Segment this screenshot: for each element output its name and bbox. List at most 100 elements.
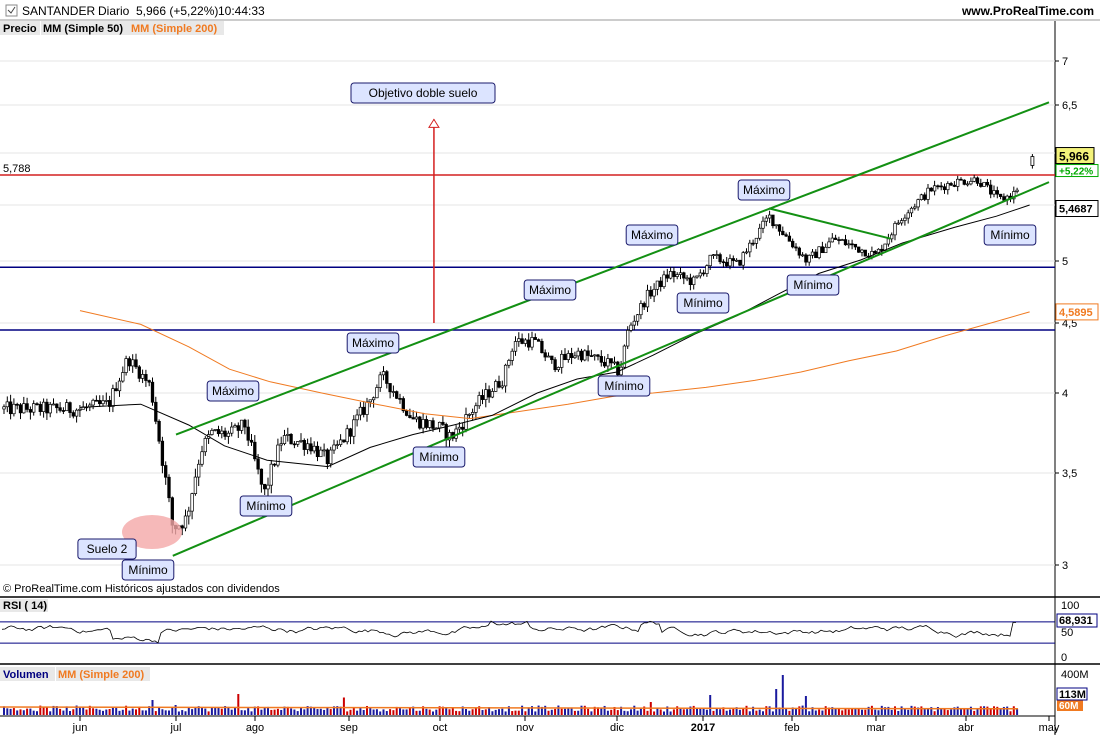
volume-bar xyxy=(564,708,566,715)
volume-bar xyxy=(210,707,213,715)
candle-body xyxy=(134,359,138,368)
volume-bar xyxy=(590,711,593,715)
volume-bar xyxy=(273,709,276,715)
volume-bar xyxy=(1006,706,1009,715)
x-tick-label: nov xyxy=(516,722,534,734)
candle-body xyxy=(513,341,518,352)
candle-body xyxy=(157,420,161,442)
volume-bar xyxy=(715,708,718,715)
candle-body xyxy=(546,355,551,358)
candle-body xyxy=(187,510,191,517)
candle-body xyxy=(771,214,775,227)
candle-body xyxy=(94,399,99,402)
candle-body xyxy=(777,224,782,232)
volume-bar xyxy=(303,709,306,715)
volume-bar xyxy=(405,709,408,715)
volume-bar xyxy=(247,708,250,715)
volume-bar xyxy=(458,711,461,715)
candle-body xyxy=(164,465,168,478)
candle-body xyxy=(797,247,801,256)
candle-body xyxy=(243,419,247,428)
annotation-label: Máximo xyxy=(631,228,673,242)
volume-bar xyxy=(319,708,322,715)
volume-bar xyxy=(745,705,748,715)
volume-bar xyxy=(356,710,359,715)
candle-body xyxy=(414,416,419,420)
candle-body xyxy=(649,289,653,297)
candle-body xyxy=(117,380,122,392)
candle-body xyxy=(279,443,283,446)
candle-body xyxy=(474,405,478,413)
volume-bar xyxy=(98,709,101,715)
candle-body xyxy=(490,391,495,398)
volume-bar xyxy=(824,706,827,715)
volume-bar xyxy=(121,709,124,715)
candle-body xyxy=(754,237,759,244)
volume-bar xyxy=(484,709,487,715)
candle-body xyxy=(338,439,343,445)
candle-body xyxy=(787,235,792,242)
candle-body xyxy=(695,275,699,278)
volume-bar xyxy=(12,708,15,715)
candle-body xyxy=(263,483,267,490)
candle-body xyxy=(12,403,16,415)
volume-bar xyxy=(672,709,675,715)
time-label: 10:44:33 xyxy=(218,4,265,18)
volume-bar xyxy=(26,708,29,715)
candle-body xyxy=(256,458,260,470)
volume-bar xyxy=(276,708,279,715)
candle-body xyxy=(741,252,745,266)
candle-body xyxy=(282,435,287,444)
volume-bar xyxy=(808,711,811,715)
candle-body xyxy=(124,358,128,373)
candle-body xyxy=(61,410,66,412)
volume-bar xyxy=(844,708,847,715)
candle-body xyxy=(589,355,594,357)
candle-body xyxy=(1002,196,1006,201)
chart-menu-icon[interactable] xyxy=(5,4,18,17)
volume-bar xyxy=(636,710,639,715)
volume-bar xyxy=(976,709,979,715)
volume-bar xyxy=(237,694,240,715)
candle-body xyxy=(774,224,778,227)
volume-bar xyxy=(738,709,741,715)
candle-body xyxy=(959,178,963,181)
volume-bar xyxy=(646,710,649,715)
volume-bar xyxy=(880,705,883,715)
candle-body xyxy=(609,358,613,364)
candle-body xyxy=(985,181,990,186)
candle-body xyxy=(41,401,46,412)
candle-body xyxy=(824,246,828,254)
volume-bar xyxy=(491,711,494,715)
volume-bar xyxy=(577,710,580,715)
volume-bar xyxy=(300,707,302,715)
volume-bar xyxy=(897,710,900,715)
x-tick-label: abr xyxy=(958,722,974,734)
candle-body xyxy=(975,177,980,184)
candle-body xyxy=(675,274,679,277)
candle-body xyxy=(734,259,739,262)
volume-bar xyxy=(847,709,850,715)
volume-bar xyxy=(382,709,385,715)
volume-bar xyxy=(313,707,316,715)
volume-bar xyxy=(250,711,253,715)
candle-body xyxy=(342,439,346,443)
candle-body xyxy=(725,261,729,267)
candle-body xyxy=(523,339,528,344)
volume-bar xyxy=(349,709,352,715)
x-axis: jun jul ago sep oct nov dic 2017 feb mar abr may xyxy=(72,716,1060,734)
candle-body xyxy=(236,425,240,431)
candle-body xyxy=(645,289,650,308)
volume-bar xyxy=(874,709,877,715)
volume-bar xyxy=(986,706,989,715)
candle-body xyxy=(652,288,656,297)
candle-body xyxy=(748,242,752,253)
volume-bar xyxy=(663,711,665,715)
volume-bar xyxy=(62,710,65,715)
volume-bar xyxy=(633,705,636,715)
candle-body xyxy=(949,183,953,186)
volume-bar xyxy=(177,711,180,715)
candle-body xyxy=(952,184,957,187)
volume-bar xyxy=(864,709,867,715)
candle-body xyxy=(269,463,273,486)
